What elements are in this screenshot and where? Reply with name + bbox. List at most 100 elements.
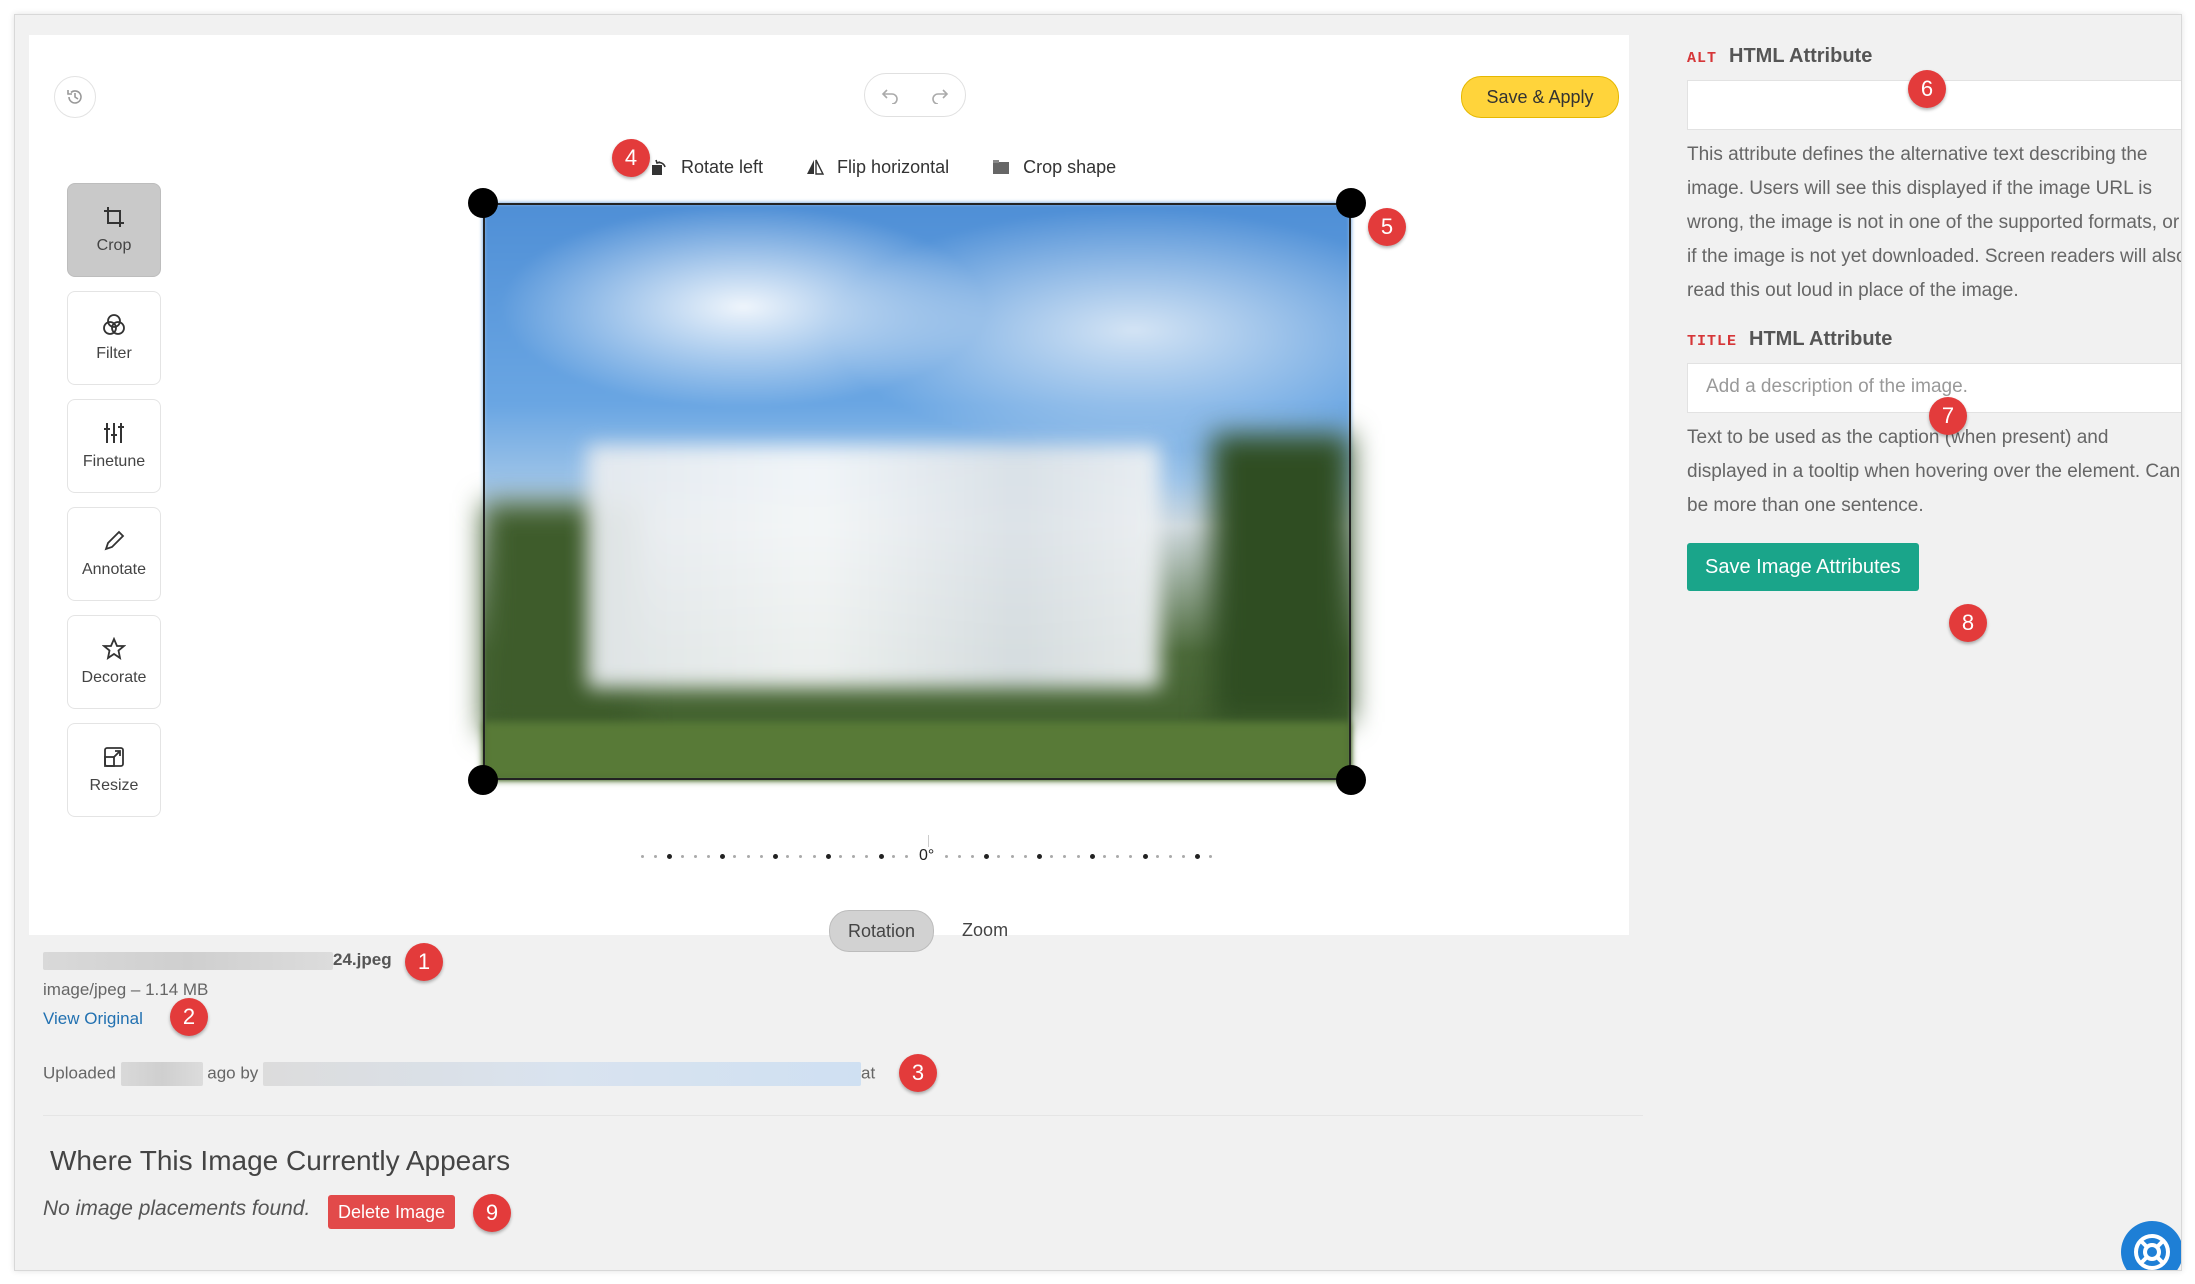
flip-horizontal-button[interactable]: Flip horizontal xyxy=(805,157,949,178)
ruler-dot xyxy=(1129,855,1133,858)
resize-icon xyxy=(104,747,124,767)
ruler-dot xyxy=(1063,855,1067,858)
crop-shape-icon xyxy=(993,160,1010,174)
ruler-dot xyxy=(1169,855,1172,858)
divider xyxy=(43,1115,1643,1116)
flip-horizontal-icon xyxy=(807,159,825,175)
undo-icon xyxy=(881,89,898,104)
ruler-dot xyxy=(720,854,726,859)
uploaded-mid: ago by xyxy=(207,1063,259,1083)
ruler-dot xyxy=(878,854,884,859)
file-name: 24.jpeg xyxy=(43,950,392,970)
ruler-dot xyxy=(707,855,710,858)
tool-annotate-label: Annotate xyxy=(81,561,147,578)
zoom-tab[interactable]: Zoom xyxy=(944,910,1026,950)
ruler-dot xyxy=(1089,854,1095,859)
ruler-dot xyxy=(667,854,673,859)
app-window: Save & Apply Rotate left Flip horizontal… xyxy=(14,14,2182,1271)
upload-info: Uploaded ago by at xyxy=(43,1062,875,1086)
title-heading-text: HTML Attribute xyxy=(1749,328,1893,350)
crop-frame xyxy=(483,203,1351,780)
tool-crop-label: Crop xyxy=(96,237,132,254)
ruler-dot xyxy=(1182,855,1186,858)
alt-tag: ALT xyxy=(1687,50,1718,67)
history-icon xyxy=(67,90,82,104)
ruler-dot xyxy=(905,855,908,858)
tool-decorate[interactable]: Decorate xyxy=(67,615,161,709)
ruler-dot xyxy=(812,855,816,858)
callout-8: 8 xyxy=(1949,604,1987,642)
ruler-dot xyxy=(891,855,895,858)
help-button[interactable] xyxy=(2121,1221,2181,1270)
tool-resize-label: Resize xyxy=(89,777,139,794)
ruler-dot xyxy=(944,855,948,858)
crop-handle-bottom-left[interactable] xyxy=(468,765,498,795)
redo-icon xyxy=(932,89,949,104)
ruler-dot xyxy=(733,855,737,858)
ruler-dot xyxy=(984,854,990,859)
view-original-link[interactable]: View Original xyxy=(43,1009,143,1029)
undo-button[interactable] xyxy=(873,78,907,112)
attributes-panel: ALT HTML Attribute This attribute define… xyxy=(1687,45,2181,591)
tool-resize[interactable]: Resize xyxy=(67,723,161,817)
rotation-ruler[interactable]: 0° xyxy=(641,835,1216,873)
sliders-icon xyxy=(104,423,124,443)
file-type-size: image/jpeg – 1.14 MB xyxy=(43,980,209,999)
lifebuoy-icon xyxy=(2134,1234,2170,1270)
ruler-dot xyxy=(641,855,644,858)
crop-canvas[interactable] xyxy=(468,188,1366,795)
tool-finetune[interactable]: Finetune xyxy=(67,399,161,493)
ruler-dot xyxy=(825,854,831,859)
filter-icon xyxy=(103,314,125,335)
rotation-tab[interactable]: Rotation xyxy=(829,910,935,952)
callout-6: 6 xyxy=(1908,70,1946,108)
ruler-dot xyxy=(1023,855,1027,858)
ruler-dot xyxy=(773,854,778,859)
mode-switch: Rotation Zoom xyxy=(829,910,1026,952)
image-editor: Save & Apply Rotate left Flip horizontal… xyxy=(29,35,1629,952)
delete-image-button[interactable]: Delete Image xyxy=(328,1195,456,1229)
save-apply-button[interactable]: Save & Apply xyxy=(1461,76,1619,118)
ruler-dot xyxy=(759,855,763,858)
rotate-left-button[interactable]: Rotate left xyxy=(649,157,763,178)
tool-crop[interactable]: Crop xyxy=(67,183,161,277)
tool-decorate-label: Decorate xyxy=(81,669,147,686)
history-button[interactable] xyxy=(54,76,96,118)
title-description: Text to be used as the caption (when pre… xyxy=(1687,427,2181,516)
file-name-suffix: 24.jpeg xyxy=(333,950,392,969)
ruler-dot xyxy=(997,855,1001,858)
uploader-link[interactable] xyxy=(263,1062,862,1086)
callout-7: 7 xyxy=(1929,397,1967,435)
tool-annotate[interactable]: Annotate xyxy=(67,507,161,601)
rotation-value: 0° xyxy=(919,847,935,864)
ruler-dot xyxy=(1116,855,1120,858)
ruler-dot xyxy=(1050,855,1054,858)
crop-handle-bottom-right[interactable] xyxy=(1336,765,1366,795)
flip-horizontal-label: Flip horizontal xyxy=(837,156,950,177)
redo-button[interactable] xyxy=(923,78,957,112)
tool-filter[interactable]: Filter xyxy=(67,291,161,385)
crop-handle-top-right[interactable] xyxy=(1336,188,1366,218)
ruler-dot xyxy=(1010,855,1014,858)
ruler-dot xyxy=(1037,854,1042,859)
ruler-dot xyxy=(1142,854,1148,859)
title-heading: TITLE HTML Attribute xyxy=(1687,328,2181,351)
alt-heading: ALT HTML Attribute xyxy=(1687,45,2181,68)
callout-9: 9 xyxy=(473,1194,511,1232)
save-image-attributes-button[interactable]: Save Image Attributes xyxy=(1687,543,1919,591)
where-heading: Where This Image Currently Appears xyxy=(50,1145,511,1176)
ruler-dot xyxy=(971,855,974,858)
callout-3: 3 xyxy=(899,1054,937,1092)
ruler-dot xyxy=(799,855,803,858)
crop-shape-button[interactable]: Crop shape xyxy=(991,157,1116,178)
ruler-dot xyxy=(1103,855,1106,858)
ruler-dot xyxy=(1155,855,1159,858)
callout-1: 1 xyxy=(405,943,443,981)
ruler-dot xyxy=(654,855,658,858)
crop-icon xyxy=(104,207,124,227)
crop-handle-top-left[interactable] xyxy=(468,188,498,218)
ruler-dot xyxy=(957,855,961,858)
rotate-left-icon xyxy=(652,159,666,175)
tool-sidebar: Crop Filter Finetune Annotate Decorate R… xyxy=(67,183,161,831)
alt-heading-text: HTML Attribute xyxy=(1729,45,1873,67)
